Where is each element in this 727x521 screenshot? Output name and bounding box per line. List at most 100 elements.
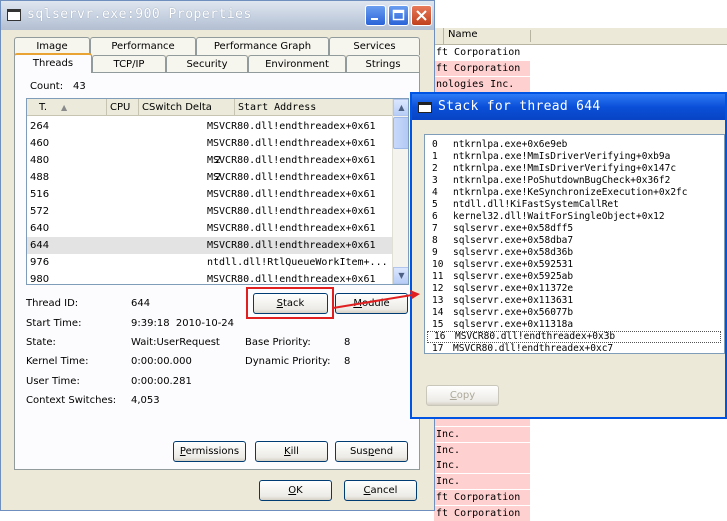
background-list-row[interactable]: ft Corporation [434,490,530,506]
stack-frame-row[interactable]: 10 sqlservr.exe+0x592531 [425,259,724,271]
thread-id-cell: 460 [30,138,50,149]
maximize-button[interactable] [388,5,409,26]
stack-frame-row[interactable]: 3 ntkrnlpa.exe!PoShutdownBugCheck+0x36f2 [425,175,724,187]
start-address-cell: MSVCR80.dll!endthreadex+0x61 [207,240,376,251]
thread-id-cell: 516 [30,189,50,200]
frame-index: 13 [432,295,444,306]
background-list-row[interactable]: ft Corporation [434,60,530,76]
stack-frame-row[interactable]: 14 sqlservr.exe+0x56077b [425,307,724,319]
stack-frame-row[interactable]: 13 sqlservr.exe+0x113631 [425,295,724,307]
start-time-label: Start Time: [26,318,82,329]
close-button[interactable] [411,5,432,26]
stack-frame-row[interactable]: 11 sqlservr.exe+0x5925ab [425,271,724,283]
stack-frame-row[interactable]: 1 ntkrnlpa.exe!MmIsDriverVerifying+0xb9a [425,151,724,163]
table-row[interactable]: 980 MSVCR80.dll!endthreadex+0x61 [27,271,392,284]
sort-ascending-icon: ▲ [61,103,68,112]
stack-frame-row[interactable]: 7 sqlservr.exe+0x58dff5 [425,223,724,235]
close-icon [416,10,427,21]
tab-performance-graph[interactable]: Performance Graph [196,37,329,55]
frame-function: ntkrnlpa.exe!PoShutdownBugCheck+0x36f2 [453,175,671,186]
user-time-label: User Time: [26,376,80,387]
scroll-down-button[interactable]: ▼ [393,267,408,284]
suspend-button[interactable]: Suspend [335,441,408,462]
tab-environment[interactable]: Environment [248,55,346,73]
count-label: Count: [30,81,64,92]
background-list-row[interactable]: nologies Inc. [434,76,530,92]
stack-frame-row[interactable]: 16 MSVCR80.dll!endthreadex+0x3b [427,331,721,343]
stack-frame-row[interactable]: 5 ntdll.dll!KiFastSystemCallRet [425,199,724,211]
tab-performance[interactable]: Performance [90,37,196,55]
stack-frame-row[interactable]: 15 sqlservr.exe+0x11318a [425,319,724,331]
user-time-value: 0:00:00.281 [131,376,192,387]
frame-function: ntkrnlpa.exe+0x6e9eb [453,139,568,150]
copy-button[interactable]: Copy [426,385,499,406]
thread-list[interactable]: T. ▲ CPU CSwitch Delta Start Address 264… [26,98,409,285]
table-row[interactable]: 516 MSVCR80.dll!endthreadex+0x61 [27,186,392,203]
background-list-row[interactable]: Inc. [434,458,530,474]
stack-frame-row[interactable]: 12 sqlservr.exe+0x11372e [425,283,724,295]
stack-window-title: Stack for thread 644 [438,99,601,114]
table-row[interactable]: 488 2 MSVCR80.dll!endthreadex+0x61 [27,169,392,186]
stack-frame-row[interactable]: 6 kernel32.dll!WaitForSingleObject+0x12 [425,211,724,223]
cancel-button[interactable]: Cancel [344,480,417,501]
scroll-up-button[interactable]: ▲ [393,99,408,116]
table-row[interactable]: 644 MSVCR80.dll!endthreadex+0x61 [27,237,392,254]
frame-index: 5 [432,199,438,210]
permissions-button[interactable]: Permissions [173,441,246,462]
background-list-row[interactable]: ft Corporation [434,506,530,521]
background-list-row[interactable]: Inc. [434,474,530,490]
table-row[interactable]: 264 MSVCR80.dll!endthreadex+0x61 [27,118,392,135]
frame-function: ntkrnlpa.exe!KeSynchronizeExecution+0x2f… [453,187,688,198]
column-header-cswitch-delta[interactable]: CSwitch Delta [139,99,235,116]
frame-function: sqlservr.exe+0x11318a [453,319,574,330]
kill-button[interactable]: Kill [255,441,328,462]
column-header-cpu[interactable]: CPU [107,99,139,116]
module-button[interactable]: Module [335,293,408,314]
background-list-row[interactable]: ft Corporation [434,45,530,60]
thread-id-cell: 480 [30,155,50,166]
background-list-header: Name [434,28,727,45]
frame-index: 7 [432,223,438,234]
table-row[interactable]: 572 MSVCR80.dll!endthreadex+0x61 [27,203,392,220]
table-row[interactable]: 640 MSVCR80.dll!endthreadex+0x61 [27,220,392,237]
background-list-row[interactable]: Inc. [434,426,530,442]
properties-window: sqlservr.exe:900 Properties Image Perfor… [0,0,435,511]
stack-frame-row[interactable]: 4 ntkrnlpa.exe!KeSynchronizeExecution+0x2… [425,187,724,199]
stack-frame-list[interactable]: 0 ntkrnlpa.exe+0x6e9eb 1 ntkrnlpa.exe!MmIsD… [424,134,725,354]
frame-index: 15 [432,319,444,330]
scroll-thumb[interactable] [393,117,408,149]
tab-threads[interactable]: Threads [14,53,92,73]
background-list-header-name[interactable]: Name [448,29,478,40]
stack-title-bar[interactable]: Stack for thread 644 [412,94,725,120]
stack-frame-row[interactable]: 0 ntkrnlpa.exe+0x6e9eb [425,139,724,151]
column-header-start-address[interactable]: Start Address [235,99,392,116]
stack-frame-row[interactable]: 17 MSVCR80.dll!endthreadex+0xc7 [425,343,724,353]
frame-index: 9 [432,247,438,258]
tab-security[interactable]: Security [166,55,248,73]
start-address-cell: MSVCR80.dll!endthreadex+0x61 [207,172,376,183]
table-row[interactable]: 976 ntdll.dll!RtlQueueWorkItem+... [27,254,392,271]
tab-strings[interactable]: Strings [346,55,420,73]
properties-title-bar[interactable]: sqlservr.exe:900 Properties [1,1,434,30]
background-list-header-column[interactable] [434,28,444,44]
minimize-button[interactable] [365,5,386,26]
frame-index: 3 [432,175,438,186]
ok-button[interactable]: OK [259,480,332,501]
tab-services[interactable]: Services [329,37,420,55]
table-row[interactable]: 460 MSVCR80.dll!endthreadex+0x61 [27,135,392,152]
stack-button-highlight [246,287,334,319]
table-row[interactable]: 480 2 MSVCR80.dll!endthreadex+0x61 [27,152,392,169]
background-list-row[interactable]: Inc. [434,442,530,458]
frame-index: 1 [432,151,438,162]
stack-frame-row[interactable]: 8 sqlservr.exe+0x58dba7 [425,235,724,247]
column-header-tid[interactable]: T. ▲ [27,99,107,116]
stack-frame-row[interactable]: 9 sqlservr.exe+0x58d36b [425,247,724,259]
thread-list-header: T. ▲ CPU CSwitch Delta Start Address [27,99,392,116]
thread-id-cell: 976 [30,257,50,268]
count-value: 43 [73,81,86,92]
tab-tcpip[interactable]: TCP/IP [92,55,166,73]
frame-function: sqlservr.exe+0x592531 [453,259,574,270]
thread-id-value: 644 [131,298,151,309]
thread-list-scrollbar[interactable]: ▲ ▼ [392,99,408,284]
stack-frame-row[interactable]: 2 ntkrnlpa.exe!MmIsDriverVerifying+0x147c [425,163,724,175]
